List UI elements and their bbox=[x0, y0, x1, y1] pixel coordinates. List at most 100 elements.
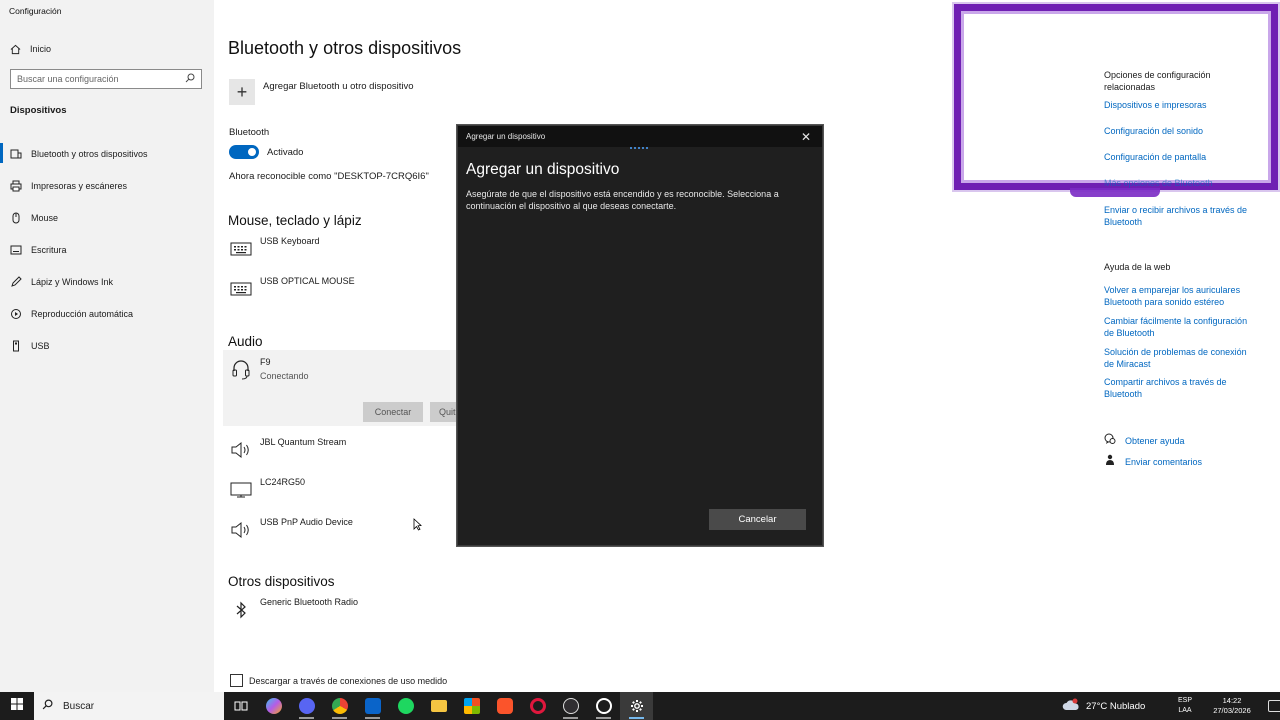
link-devices-printers[interactable]: Dispositivos e impresoras bbox=[1104, 99, 1264, 111]
link-sound-settings[interactable]: Configuración del sonido bbox=[1104, 125, 1264, 137]
sidebar-item-autoplay[interactable]: Reproducción automática bbox=[0, 298, 214, 330]
folder-glyph bbox=[430, 700, 447, 712]
home-label: Inicio bbox=[30, 44, 52, 54]
device-usb-mouse[interactable]: USB OPTICAL MOUSE bbox=[228, 276, 468, 302]
device-name: LC24RG50 bbox=[260, 477, 306, 487]
clock[interactable]: 14:22 27/03/2026 bbox=[1210, 696, 1254, 716]
language-indicator[interactable]: ESP LAA bbox=[1172, 696, 1198, 716]
speaker-icon bbox=[228, 517, 254, 543]
link-display-settings[interactable]: Configuración de pantalla bbox=[1104, 151, 1264, 163]
feedback-link[interactable]: Enviar comentarios bbox=[1125, 457, 1202, 467]
notification-icon[interactable] bbox=[1268, 700, 1280, 712]
opera-gx-icon[interactable] bbox=[521, 692, 554, 720]
link-send-files-bluetooth[interactable]: Enviar o recibir archivos a través de Bl… bbox=[1104, 204, 1259, 228]
clock-date: 27/03/2026 bbox=[1213, 706, 1251, 715]
copilot-icon[interactable] bbox=[257, 692, 290, 720]
device-name: USB OPTICAL MOUSE bbox=[260, 276, 355, 286]
link-share-files[interactable]: Compartir archivos a través de Bluetooth bbox=[1104, 376, 1239, 400]
metered-checkbox[interactable] bbox=[230, 674, 243, 687]
sidebar-item-mouse[interactable]: Mouse bbox=[0, 202, 214, 234]
discoverable-text: Ahora reconocible como "DESKTOP-7CRQ6I6" bbox=[229, 171, 429, 182]
help-chat-icon bbox=[1104, 432, 1125, 450]
spotify-icon[interactable] bbox=[389, 692, 422, 720]
add-device-button[interactable]: + bbox=[229, 79, 255, 105]
chrome-icon[interactable] bbox=[323, 692, 356, 720]
search-icon[interactable] bbox=[185, 70, 195, 88]
search-icon bbox=[42, 697, 53, 715]
sidebar-item-typing[interactable]: Escritura bbox=[0, 234, 214, 266]
bluetooth-toggle-row: Activado bbox=[229, 145, 303, 159]
speaker-icon bbox=[228, 437, 254, 463]
language-code: ESP bbox=[1177, 697, 1192, 704]
device-jbl[interactable]: JBL Quantum Stream bbox=[228, 437, 468, 463]
store-icon[interactable] bbox=[455, 692, 488, 720]
keyboard-layout: LAA bbox=[1178, 707, 1192, 714]
page-title: Bluetooth y otros dispositivos bbox=[228, 38, 462, 58]
keyboard-icon bbox=[228, 276, 254, 302]
get-help-link[interactable]: Obtener ayuda bbox=[1125, 436, 1185, 446]
app-title: Configuración bbox=[9, 6, 62, 16]
device-bt-radio[interactable]: Generic Bluetooth Radio bbox=[228, 597, 468, 623]
sidebar-item-label: Mouse bbox=[31, 213, 59, 223]
device-name: Generic Bluetooth Radio bbox=[260, 597, 359, 607]
link-repair-headphones[interactable]: Volver a emparejar los auriculares Bluet… bbox=[1104, 284, 1244, 308]
quick-assist-icon[interactable] bbox=[587, 692, 620, 720]
cloud-icon bbox=[1062, 698, 1080, 715]
sidebar-item-label: USB bbox=[31, 341, 50, 351]
remove-button[interactable]: Quit bbox=[430, 402, 457, 422]
add-device-row[interactable]: + Agregar Bluetooth u otro dispositivo bbox=[229, 79, 414, 105]
sidebar-item-label: Bluetooth y otros dispositivos bbox=[31, 149, 148, 159]
taskbar-search[interactable]: Buscar bbox=[34, 692, 224, 720]
bluetooth-devices-icon bbox=[0, 148, 31, 160]
link-change-bluetooth[interactable]: Cambiar fácilmente la configuración de B… bbox=[1104, 315, 1259, 339]
dialog-window-title: Agregar un dispositivo bbox=[466, 132, 546, 141]
device-f9[interactable]: F9 Conectando bbox=[228, 357, 468, 383]
brave-icon[interactable] bbox=[488, 692, 521, 720]
feedback-row[interactable]: Enviar comentarios bbox=[1104, 453, 1202, 471]
connect-button[interactable]: Conectar bbox=[363, 402, 423, 422]
link-more-bluetooth[interactable]: Más opciones de Bluetooth bbox=[1104, 177, 1264, 189]
link-miracast[interactable]: Solución de problemas de conexión de Mir… bbox=[1104, 346, 1259, 370]
cancel-button[interactable]: Cancelar bbox=[709, 509, 806, 530]
task-view-icon[interactable] bbox=[224, 692, 257, 720]
search-input[interactable] bbox=[17, 74, 185, 84]
sidebar-item-printers[interactable]: Impresoras y escáneres bbox=[0, 170, 214, 202]
brave-glyph bbox=[496, 698, 513, 714]
quick-assist-glyph bbox=[595, 698, 612, 714]
weather-text: 27°C Nublado bbox=[1086, 700, 1146, 712]
bluetooth-toggle[interactable] bbox=[229, 145, 259, 159]
device-monitor[interactable]: LC24RG50 bbox=[228, 477, 468, 503]
sidebar-item-usb[interactable]: USB bbox=[0, 330, 214, 362]
obs-glyph bbox=[562, 698, 579, 714]
discord-icon[interactable] bbox=[290, 692, 323, 720]
close-icon[interactable]: ✕ bbox=[798, 130, 814, 144]
monitor-icon bbox=[228, 477, 254, 503]
progress-dot bbox=[642, 147, 644, 149]
nav-home[interactable]: Inicio bbox=[0, 38, 214, 60]
weather-widget[interactable]: 27°C Nublado bbox=[1062, 692, 1145, 720]
toggle-state-label: Activado bbox=[267, 146, 304, 158]
device-usb-pnp-audio[interactable]: USB PnP Audio Device bbox=[228, 517, 468, 543]
settings-icon[interactable] bbox=[620, 692, 653, 720]
outlook-icon[interactable] bbox=[356, 692, 389, 720]
sidebar-item-bluetooth[interactable]: Bluetooth y otros dispositivos bbox=[0, 138, 214, 170]
device-name: USB PnP Audio Device bbox=[260, 517, 353, 527]
obs-icon[interactable] bbox=[554, 692, 587, 720]
taskbar-apps bbox=[224, 692, 653, 720]
sidebar-item-pen[interactable]: Lápiz y Windows Ink bbox=[0, 266, 214, 298]
dialog-title: Agregar un dispositivo bbox=[466, 161, 620, 178]
device-name: USB Keyboard bbox=[260, 236, 320, 246]
file-explorer-icon[interactable] bbox=[422, 692, 455, 720]
metered-label: Descargar a través de conexiones de uso … bbox=[249, 675, 448, 686]
device-usb-keyboard[interactable]: USB Keyboard bbox=[228, 236, 468, 262]
store-glyph bbox=[463, 698, 480, 714]
get-help-row[interactable]: Obtener ayuda bbox=[1104, 432, 1185, 450]
settings-search[interactable] bbox=[10, 69, 202, 89]
windows-icon bbox=[11, 697, 23, 715]
add-device-label: Agregar Bluetooth u otro dispositivo bbox=[263, 81, 414, 92]
metered-download-row[interactable]: Descargar a través de conexiones de uso … bbox=[230, 674, 447, 687]
start-button[interactable] bbox=[0, 692, 34, 720]
spotify-glyph bbox=[397, 698, 414, 714]
progress-dot bbox=[634, 147, 636, 149]
device-status: Conectando bbox=[260, 371, 309, 381]
